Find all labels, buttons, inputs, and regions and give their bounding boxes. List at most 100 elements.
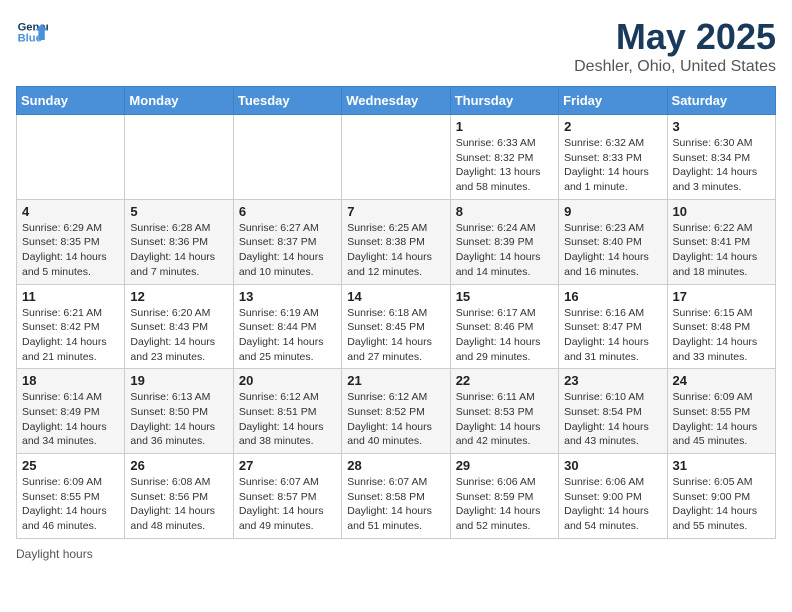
day-info: Sunrise: 6:16 AM Sunset: 8:47 PM Dayligh… xyxy=(564,306,661,365)
day-info: Sunrise: 6:17 AM Sunset: 8:46 PM Dayligh… xyxy=(456,306,553,365)
calendar-day-header: Friday xyxy=(559,87,667,115)
day-number: 25 xyxy=(22,458,119,473)
day-info: Sunrise: 6:24 AM Sunset: 8:39 PM Dayligh… xyxy=(456,221,553,280)
day-info: Sunrise: 6:18 AM Sunset: 8:45 PM Dayligh… xyxy=(347,306,444,365)
calendar-day-header: Sunday xyxy=(17,87,125,115)
calendar-day-cell: 2 Sunrise: 6:32 AM Sunset: 8:33 PM Daylig… xyxy=(559,115,667,200)
month-title: May 2025 xyxy=(574,16,776,58)
day-number: 30 xyxy=(564,458,661,473)
calendar-day-cell: 10 Sunrise: 6:22 AM Sunset: 8:41 PM Dayli… xyxy=(667,199,775,284)
day-info: Sunrise: 6:08 AM Sunset: 8:56 PM Dayligh… xyxy=(130,475,227,534)
calendar-day-cell: 24 Sunrise: 6:09 AM Sunset: 8:55 PM Dayli… xyxy=(667,369,775,454)
day-info: Sunrise: 6:09 AM Sunset: 8:55 PM Dayligh… xyxy=(22,475,119,534)
day-number: 29 xyxy=(456,458,553,473)
day-number: 6 xyxy=(239,204,336,219)
day-info: Sunrise: 6:30 AM Sunset: 8:34 PM Dayligh… xyxy=(673,136,770,195)
calendar-day-header: Thursday xyxy=(450,87,558,115)
day-info: Sunrise: 6:10 AM Sunset: 8:54 PM Dayligh… xyxy=(564,390,661,449)
calendar-day-cell: 11 Sunrise: 6:21 AM Sunset: 8:42 PM Dayli… xyxy=(17,284,125,369)
calendar-day-cell: 17 Sunrise: 6:15 AM Sunset: 8:48 PM Dayli… xyxy=(667,284,775,369)
day-number: 5 xyxy=(130,204,227,219)
day-info: Sunrise: 6:06 AM Sunset: 8:59 PM Dayligh… xyxy=(456,475,553,534)
calendar-day-cell: 7Sunrise: 6:25 AM Sunset: 8:38 PM Daylig… xyxy=(342,199,450,284)
day-info: Sunrise: 6:32 AM Sunset: 8:33 PM Dayligh… xyxy=(564,136,661,195)
day-number: 18 xyxy=(22,373,119,388)
logo: General Blue xyxy=(16,16,48,48)
day-info: Sunrise: 6:06 AM Sunset: 9:00 PM Dayligh… xyxy=(564,475,661,534)
calendar-header-row: SundayMondayTuesdayWednesdayThursdayFrid… xyxy=(17,87,776,115)
calendar-day-header: Monday xyxy=(125,87,233,115)
day-number: 17 xyxy=(673,289,770,304)
calendar-day-header: Saturday xyxy=(667,87,775,115)
day-number: 26 xyxy=(130,458,227,473)
day-info: Sunrise: 6:20 AM Sunset: 8:43 PM Dayligh… xyxy=(130,306,227,365)
day-info: Sunrise: 6:27 AM Sunset: 8:37 PM Dayligh… xyxy=(239,221,336,280)
day-number: 3 xyxy=(673,119,770,134)
calendar-day-cell xyxy=(17,115,125,200)
day-info: Sunrise: 6:09 AM Sunset: 8:55 PM Dayligh… xyxy=(673,390,770,449)
day-info: Sunrise: 6:33 AM Sunset: 8:32 PM Dayligh… xyxy=(456,136,553,195)
day-number: 14 xyxy=(347,289,444,304)
svg-text:Blue: Blue xyxy=(18,33,42,45)
day-number: 31 xyxy=(673,458,770,473)
day-number: 13 xyxy=(239,289,336,304)
calendar-day-cell: 4Sunrise: 6:29 AM Sunset: 8:35 PM Daylig… xyxy=(17,199,125,284)
calendar-week-row: 11 Sunrise: 6:21 AM Sunset: 8:42 PM Dayli… xyxy=(17,284,776,369)
day-info: Sunrise: 6:22 AM Sunset: 8:41 PM Dayligh… xyxy=(673,221,770,280)
calendar-day-header: Tuesday xyxy=(233,87,341,115)
calendar-day-cell: 16Sunrise: 6:16 AM Sunset: 8:47 PM Dayli… xyxy=(559,284,667,369)
day-info: Sunrise: 6:23 AM Sunset: 8:40 PM Dayligh… xyxy=(564,221,661,280)
calendar-day-cell: 25 Sunrise: 6:09 AM Sunset: 8:55 PM Dayli… xyxy=(17,454,125,539)
calendar-day-cell: 9Sunrise: 6:23 AM Sunset: 8:40 PM Daylig… xyxy=(559,199,667,284)
day-info: Sunrise: 6:07 AM Sunset: 8:58 PM Dayligh… xyxy=(347,475,444,534)
calendar-day-cell: 23Sunrise: 6:10 AM Sunset: 8:54 PM Dayli… xyxy=(559,369,667,454)
calendar-day-cell xyxy=(233,115,341,200)
day-info: Sunrise: 6:07 AM Sunset: 8:57 PM Dayligh… xyxy=(239,475,336,534)
calendar-day-cell: 22 Sunrise: 6:11 AM Sunset: 8:53 PM Dayli… xyxy=(450,369,558,454)
day-info: Sunrise: 6:13 AM Sunset: 8:50 PM Dayligh… xyxy=(130,390,227,449)
calendar-day-cell: 3 Sunrise: 6:30 AM Sunset: 8:34 PM Daylig… xyxy=(667,115,775,200)
footer-text: Daylight hours xyxy=(16,547,93,561)
calendar-day-cell xyxy=(342,115,450,200)
day-number: 15 xyxy=(456,289,553,304)
calendar-day-cell: 29 Sunrise: 6:06 AM Sunset: 8:59 PM Dayli… xyxy=(450,454,558,539)
day-number: 19 xyxy=(130,373,227,388)
day-info: Sunrise: 6:28 AM Sunset: 8:36 PM Dayligh… xyxy=(130,221,227,280)
calendar-week-row: 4Sunrise: 6:29 AM Sunset: 8:35 PM Daylig… xyxy=(17,199,776,284)
page-header: General Blue May 2025 Deshler, Ohio, Uni… xyxy=(16,16,776,76)
calendar-day-cell: 31 Sunrise: 6:05 AM Sunset: 9:00 PM Dayli… xyxy=(667,454,775,539)
calendar-day-cell: 12Sunrise: 6:20 AM Sunset: 8:43 PM Dayli… xyxy=(125,284,233,369)
day-number: 4 xyxy=(22,204,119,219)
day-number: 7 xyxy=(347,204,444,219)
day-number: 8 xyxy=(456,204,553,219)
day-info: Sunrise: 6:15 AM Sunset: 8:48 PM Dayligh… xyxy=(673,306,770,365)
day-info: Sunrise: 6:11 AM Sunset: 8:53 PM Dayligh… xyxy=(456,390,553,449)
calendar-day-cell: 6 Sunrise: 6:27 AM Sunset: 8:37 PM Daylig… xyxy=(233,199,341,284)
location-title: Deshler, Ohio, United States xyxy=(574,58,776,76)
calendar-day-cell: 15 Sunrise: 6:17 AM Sunset: 8:46 PM Dayli… xyxy=(450,284,558,369)
day-number: 2 xyxy=(564,119,661,134)
day-number: 11 xyxy=(22,289,119,304)
day-number: 20 xyxy=(239,373,336,388)
calendar-week-row: 25 Sunrise: 6:09 AM Sunset: 8:55 PM Dayli… xyxy=(17,454,776,539)
calendar-day-cell xyxy=(125,115,233,200)
calendar-day-header: Wednesday xyxy=(342,87,450,115)
day-number: 27 xyxy=(239,458,336,473)
day-number: 10 xyxy=(673,204,770,219)
day-info: Sunrise: 6:21 AM Sunset: 8:42 PM Dayligh… xyxy=(22,306,119,365)
day-number: 28 xyxy=(347,458,444,473)
footer: Daylight hours xyxy=(16,547,776,561)
day-number: 22 xyxy=(456,373,553,388)
calendar-day-cell: 14 Sunrise: 6:18 AM Sunset: 8:45 PM Dayli… xyxy=(342,284,450,369)
calendar-table: SundayMondayTuesdayWednesdayThursdayFrid… xyxy=(16,86,776,539)
calendar-day-cell: 13Sunrise: 6:19 AM Sunset: 8:44 PM Dayli… xyxy=(233,284,341,369)
calendar-day-cell: 8 Sunrise: 6:24 AM Sunset: 8:39 PM Daylig… xyxy=(450,199,558,284)
day-number: 24 xyxy=(673,373,770,388)
calendar-week-row: 1Sunrise: 6:33 AM Sunset: 8:32 PM Daylig… xyxy=(17,115,776,200)
calendar-week-row: 18Sunrise: 6:14 AM Sunset: 8:49 PM Dayli… xyxy=(17,369,776,454)
calendar-day-cell: 5 Sunrise: 6:28 AM Sunset: 8:36 PM Daylig… xyxy=(125,199,233,284)
calendar-day-cell: 21Sunrise: 6:12 AM Sunset: 8:52 PM Dayli… xyxy=(342,369,450,454)
day-info: Sunrise: 6:05 AM Sunset: 9:00 PM Dayligh… xyxy=(673,475,770,534)
calendar-day-cell: 30 Sunrise: 6:06 AM Sunset: 9:00 PM Dayli… xyxy=(559,454,667,539)
calendar-day-cell: 27 Sunrise: 6:07 AM Sunset: 8:57 PM Dayli… xyxy=(233,454,341,539)
